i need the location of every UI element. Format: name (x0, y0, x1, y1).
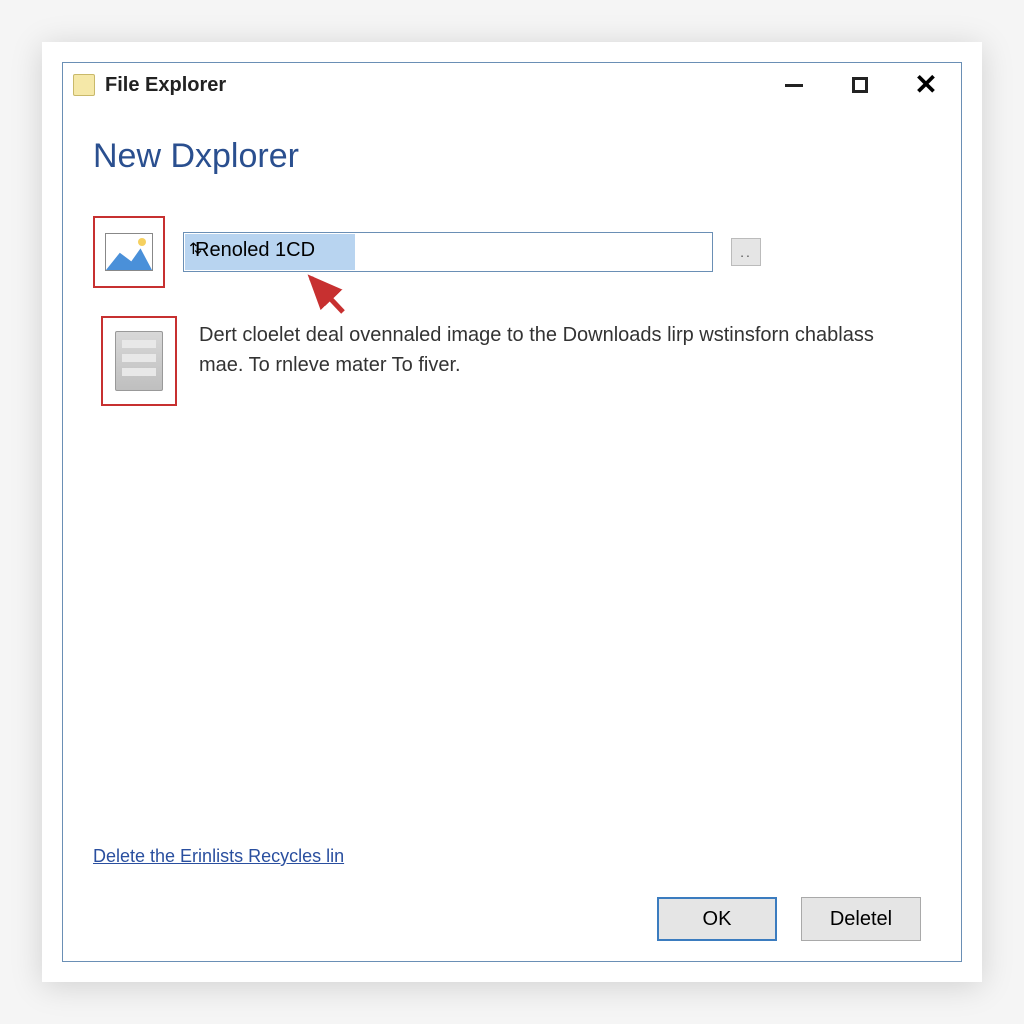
input-marker-icon: ⇅ (189, 239, 202, 259)
maximize-icon (852, 77, 868, 93)
input-row: ⇅ Renoled 1CD .. (93, 216, 931, 288)
dialog-window: File Explorer ✕ New Dxplorer ⇅ Renoled 1… (62, 62, 962, 962)
selection-highlight (185, 234, 355, 270)
arrow-annotation-icon (303, 272, 363, 322)
spacer (93, 406, 931, 846)
description-row: Dert cloelet deal ovennaled image to the… (101, 316, 931, 406)
minimize-icon (785, 84, 803, 87)
dialog-footer: OK Deletel (93, 897, 931, 941)
close-icon: ✕ (914, 71, 937, 99)
app-icon (73, 74, 95, 96)
window-shadow-wrap: File Explorer ✕ New Dxplorer ⇅ Renoled 1… (42, 42, 982, 982)
minimize-button[interactable] (779, 70, 809, 100)
close-button[interactable]: ✕ (911, 70, 941, 100)
description-text: Dert cloelet deal ovennaled image to the… (199, 316, 879, 380)
ok-button[interactable]: OK (657, 897, 777, 941)
picture-icon (105, 233, 153, 271)
window-controls: ✕ (779, 70, 941, 100)
server-icon (115, 331, 163, 391)
dialog-heading: New Dxplorer (93, 137, 931, 176)
browse-button[interactable]: .. (731, 238, 761, 266)
delete-button[interactable]: Deletel (801, 897, 921, 941)
titlebar[interactable]: File Explorer ✕ (63, 63, 961, 107)
name-input-wrap: ⇅ Renoled 1CD (183, 232, 713, 272)
dialog-content: New Dxplorer ⇅ Renoled 1CD (63, 107, 961, 961)
window-title: File Explorer (105, 74, 779, 97)
highlighted-picture-icon-box (93, 216, 165, 288)
recycle-link[interactable]: Delete the Erinlists Recycles lin (93, 846, 931, 867)
highlighted-server-icon-box (101, 316, 177, 406)
maximize-button[interactable] (845, 70, 875, 100)
